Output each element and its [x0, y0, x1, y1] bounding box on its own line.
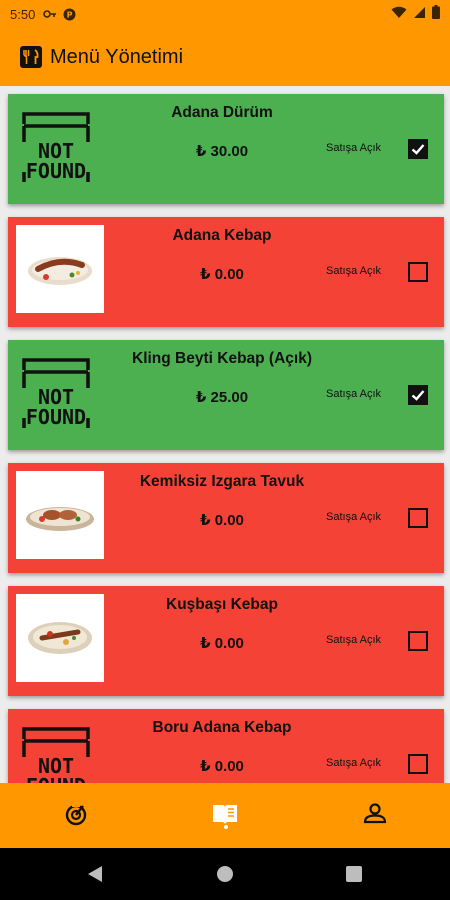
- check-icon: [411, 390, 425, 401]
- food-photo: [16, 471, 104, 559]
- menu-item-price: ₺ 0.00: [200, 266, 244, 283]
- menu-item-price: ₺ 25.00: [195, 389, 249, 406]
- vpn-key-icon: [43, 10, 57, 18]
- menu-item-name: Kling Beyti Kebap (Açık): [132, 350, 312, 367]
- on-sale-label: Satışa Açık: [326, 757, 382, 769]
- menu-item-list[interactable]: NOT FOUND Adana Dürüm ₺ 30.00 Satışa Açı…: [0, 86, 450, 783]
- system-navigation-bar: [0, 848, 450, 900]
- menu-item-price: ₺ 30.00: [195, 143, 249, 160]
- menu-item-card[interactable]: NOT FOUND Boru Adana Kebap ₺ 0.00 Satışa…: [8, 709, 444, 783]
- on-sale-checkbox[interactable]: [408, 139, 428, 159]
- recents-icon[interactable]: [346, 866, 362, 882]
- on-sale-checkbox[interactable]: [408, 508, 428, 528]
- on-sale-checkbox[interactable]: [408, 385, 428, 405]
- menu-item-name: Boru Adana Kebap: [152, 719, 292, 736]
- menu-item-card[interactable]: Kuşbaşı Kebap ₺ 0.00 Satışa Açık: [8, 586, 444, 696]
- menu-item-name: Adana Dürüm: [171, 104, 273, 121]
- on-sale-label: Satışa Açık: [326, 265, 382, 277]
- page-title: Menü Yönetimi: [50, 45, 184, 68]
- battery-icon: [432, 5, 440, 19]
- profile-icon[interactable]: [360, 799, 390, 829]
- menu-item-card[interactable]: Kemiksiz Izgara Tavuk ₺ 0.00 Satışa Açık: [8, 463, 444, 573]
- on-sale-label: Satışa Açık: [326, 142, 382, 154]
- on-sale-checkbox[interactable]: [408, 262, 428, 282]
- food-photo: [16, 225, 104, 313]
- selected-tab-indicator: [224, 825, 228, 829]
- on-sale-label: Satışa Açık: [326, 511, 382, 523]
- home-icon[interactable]: [216, 865, 234, 883]
- svg-text:FOUND: FOUND: [26, 159, 86, 183]
- app-bar: Menü Yönetimi: [0, 28, 450, 86]
- status-bar: 5:50 P: [0, 0, 450, 28]
- menu-item-name: Kemiksiz Izgara Tavuk: [139, 473, 305, 490]
- on-sale-checkbox[interactable]: [408, 754, 428, 774]
- menu-item-name: Adana Kebap: [172, 227, 272, 244]
- svg-text:P: P: [67, 10, 73, 19]
- restaurant-menu-icon: [20, 46, 42, 68]
- not-found-placeholder-image: NOT FOUND: [22, 112, 90, 183]
- not-found-placeholder-image: NOT FOUND: [22, 358, 90, 429]
- menu-item-card[interactable]: Adana Kebap ₺ 0.00 Satışa Açık: [8, 217, 444, 327]
- check-icon: [411, 144, 425, 155]
- signal-icon: [414, 6, 425, 18]
- svg-text:FOUND: FOUND: [26, 774, 86, 783]
- menu-item-price: ₺ 0.00: [200, 635, 244, 652]
- dashboard-icon[interactable]: [61, 799, 91, 829]
- not-found-placeholder-image: NOT FOUND: [22, 727, 90, 783]
- on-sale-label: Satışa Açık: [326, 634, 382, 646]
- wifi-icon: [391, 6, 407, 18]
- on-sale-checkbox[interactable]: [408, 631, 428, 651]
- menu-item-card[interactable]: NOT FOUND Adana Dürüm ₺ 30.00 Satışa Açı…: [8, 94, 444, 204]
- bottom-navigation: [0, 783, 450, 848]
- svg-text:FOUND: FOUND: [26, 405, 86, 429]
- menu-item-price: ₺ 0.00: [200, 758, 244, 775]
- menu-item-price: ₺ 0.00: [200, 512, 244, 529]
- menu-item-name: Kuşbaşı Kebap: [166, 596, 278, 613]
- on-sale-label: Satışa Açık: [326, 388, 382, 400]
- back-icon[interactable]: [86, 865, 104, 883]
- notification-icons: P: [43, 8, 76, 21]
- status-time: 5:50: [10, 6, 36, 22]
- app-notification-icon: P: [63, 8, 76, 20]
- food-photo: [16, 594, 104, 682]
- menu-item-card[interactable]: NOT FOUND Kling Beyti Kebap (Açık) ₺ 25.…: [8, 340, 444, 450]
